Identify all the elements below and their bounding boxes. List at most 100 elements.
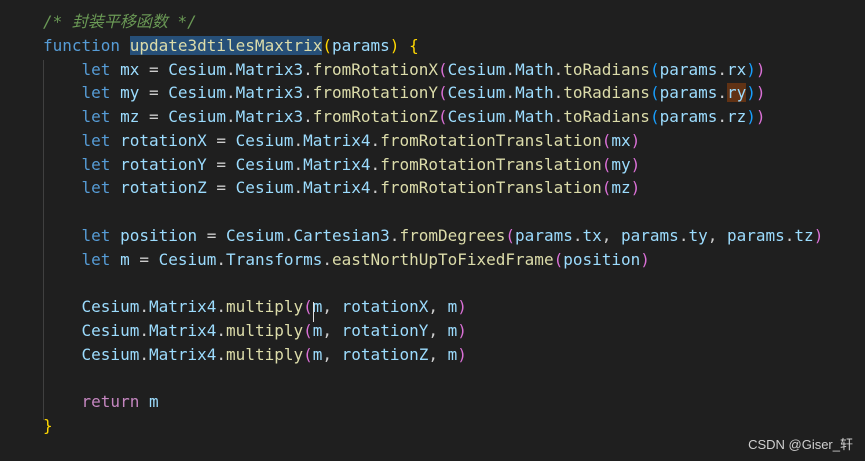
code-token: Cesium [81, 320, 140, 340]
code-token: let [43, 178, 121, 198]
code-token: . [717, 59, 728, 79]
code-token: . [553, 83, 564, 103]
code-token: . [303, 83, 313, 103]
code-token: rz [727, 107, 747, 126]
code-token: tz [794, 225, 814, 245]
code-line[interactable] [0, 271, 865, 295]
code-line[interactable]: let position = Cesium.Cartesian3.fromDeg… [0, 224, 865, 248]
code-token: ( [505, 225, 516, 245]
code-token: . [717, 83, 728, 103]
code-token: Cesium [235, 178, 294, 198]
code-token: eastNorthUpToFixedFrame [332, 249, 554, 269]
code-line[interactable]: let mx = Cesium.Matrix3.fromRotationX(Ce… [0, 58, 865, 82]
code-token: Transforms [226, 249, 323, 269]
code-token: fromRotationX [312, 59, 438, 79]
code-line[interactable]: let m = Cesium.Transforms.eastNorthUpToF… [0, 248, 865, 272]
code-token: = [197, 225, 227, 245]
code-token: params [515, 225, 573, 245]
code-token: m [312, 297, 323, 316]
code-token: . [303, 59, 313, 79]
code-token: ) [457, 297, 467, 316]
code-token: . [553, 59, 564, 79]
code-token: ty [688, 225, 708, 245]
code-token: fromRotationTranslation [380, 154, 602, 174]
code-line[interactable]: function update3dtilesMaxtrix(params) { [0, 34, 865, 58]
code-token: . [216, 320, 227, 340]
code-token: . [505, 107, 516, 126]
code-token: /* 封装平移函数 */ [43, 12, 197, 31]
code-line[interactable]: let rotationZ = Cesium.Matrix4.fromRotat… [0, 176, 865, 200]
code-token: ) [640, 249, 650, 269]
code-token: . [216, 297, 227, 316]
code-token: Cesium [168, 59, 227, 79]
code-token: . [226, 59, 236, 79]
code-token: position [563, 249, 641, 269]
code-token: let [43, 249, 121, 269]
code-token: toRadians [563, 107, 650, 126]
code-token: ( [437, 59, 448, 79]
code-line[interactable]: /* 封装平移函数 */ [0, 10, 865, 34]
code-token: function [43, 35, 130, 55]
code-token: update3dtilesMaxtrix [129, 35, 323, 55]
code-token: . [226, 83, 236, 103]
code-line[interactable] [0, 366, 865, 390]
code-token: fromDegrees [399, 225, 506, 245]
code-token: Matrix4 [303, 178, 371, 198]
code-line[interactable]: let mz = Cesium.Matrix3.fromRotationZ(Ce… [0, 105, 865, 129]
code-token: ( [303, 320, 313, 340]
code-line[interactable]: Cesium.Matrix4.multiply(m, rotationX, m) [0, 295, 865, 319]
code-token: Cesium [81, 344, 140, 364]
code-token: Matrix3 [235, 107, 304, 126]
code-token: { [409, 35, 419, 55]
code-token: . [505, 83, 516, 103]
code-token: Math [515, 59, 554, 79]
code-token: , [601, 225, 622, 245]
code-token: Cesium [447, 107, 506, 126]
code-token: . [784, 225, 795, 245]
code-token: Matrix4 [148, 320, 217, 340]
code-token: params [621, 225, 679, 245]
code-token: } [43, 415, 53, 435]
code-line[interactable]: let rotationX = Cesium.Matrix4.fromRotat… [0, 129, 865, 153]
code-line[interactable]: return m [0, 390, 865, 414]
code-token: ry [727, 83, 747, 103]
code-token: ( [303, 344, 313, 364]
code-token: rotationZ [341, 344, 429, 364]
code-token: = [139, 107, 169, 126]
code-token: Cesium [235, 154, 294, 174]
code-token: . [303, 107, 313, 126]
code-token: = [206, 130, 236, 150]
code-token: m [447, 344, 458, 364]
code-token: = [139, 83, 169, 103]
code-token: ( [303, 297, 313, 316]
code-token: params [726, 225, 785, 245]
code-line[interactable]: Cesium.Matrix4.multiply(m, rotationZ, m) [0, 343, 865, 367]
code-line[interactable]: } [0, 414, 865, 438]
code-token: return [43, 392, 149, 411]
code-token: ) [813, 225, 824, 245]
code-line[interactable]: Cesium.Matrix4.multiply(m, rotationY, m) [0, 319, 865, 343]
code-token: . [678, 225, 689, 245]
code-token: ) [630, 178, 641, 198]
code-editor[interactable]: /* 封装平移函数 */ function update3dtilesMaxtri… [0, 0, 865, 461]
code-line[interactable]: let rotationY = Cesium.Matrix4.fromRotat… [0, 153, 865, 177]
code-token: Matrix4 [303, 154, 371, 174]
code-token: fromRotationY [312, 83, 438, 103]
code-token: , [322, 344, 342, 364]
code-token: . [505, 59, 516, 79]
code-line[interactable] [0, 200, 865, 224]
code-token: ) [746, 83, 756, 103]
code-line[interactable]: let my = Cesium.Matrix3.fromRotationY(Ce… [0, 81, 865, 105]
code-token: . [370, 130, 381, 150]
code-token: ( [322, 35, 332, 55]
code-lines[interactable]: /* 封装平移函数 */ function update3dtilesMaxtri… [0, 10, 865, 438]
code-token: , [322, 297, 342, 316]
code-token: . [216, 344, 227, 364]
code-token: ) [457, 344, 467, 364]
code-token: ( [649, 83, 660, 103]
code-token: ) [630, 154, 641, 174]
